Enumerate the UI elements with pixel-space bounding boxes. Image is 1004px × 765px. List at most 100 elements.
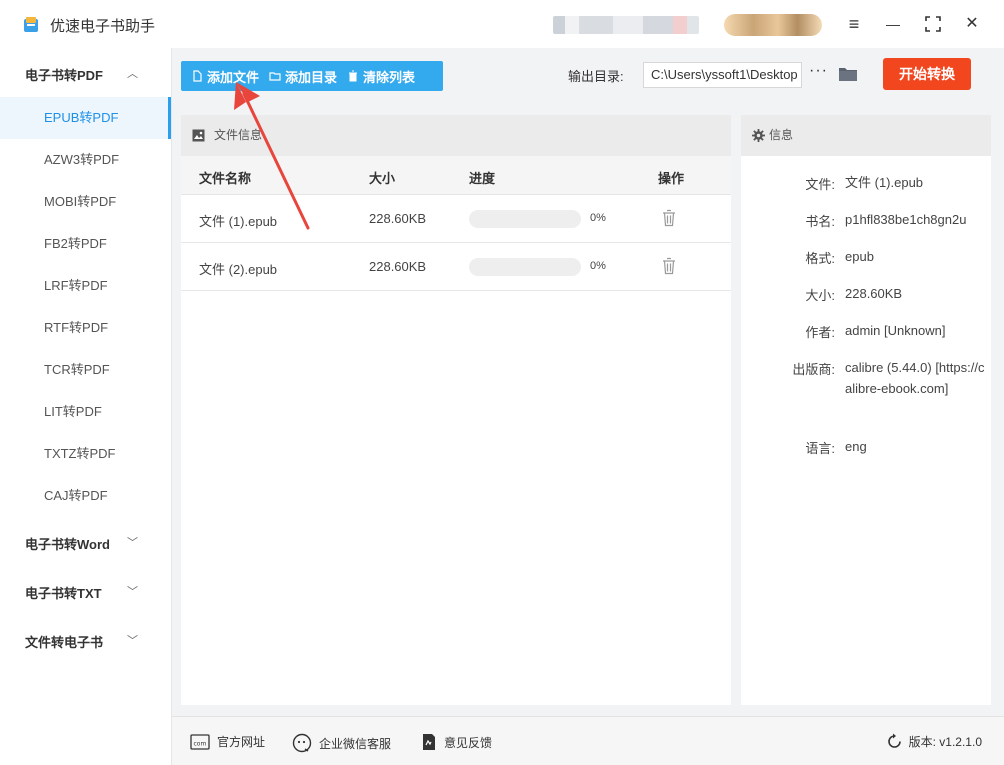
refresh-icon — [887, 733, 901, 748]
maximize-icon — [925, 16, 941, 32]
sidebar-item-rtf-to-pdf[interactable]: RTF转PDF — [0, 307, 171, 349]
add-directory-button[interactable]: 添加目录 — [259, 67, 337, 86]
version-info[interactable]: 版本: v1.2.1.0 — [886, 733, 982, 750]
add-file-button[interactable]: 添加文件 — [181, 67, 259, 86]
app-title: 优速电子书助手 — [50, 18, 156, 35]
column-progress: 进度 — [469, 171, 496, 186]
more-options-button[interactable]: ··· — [809, 62, 828, 80]
info-value: calibre (5.44.0) [https://calibre-ebook.… — [845, 360, 985, 396]
sidebar-item-caj-to-pdf[interactable]: CAJ转PDF — [0, 475, 171, 517]
title-bar: 优速电子书助手 ≡ — ✕ — [0, 0, 1004, 48]
progress-bar — [469, 258, 581, 276]
wechat-label: 企业微信客服 — [319, 736, 392, 751]
sidebar-item-epub-to-pdf[interactable]: EPUB转PDF — [0, 97, 171, 139]
svg-text:com: com — [194, 740, 207, 747]
delete-icon[interactable] — [662, 257, 676, 275]
menu-icon[interactable]: ≡ — [842, 12, 866, 36]
info-value: eng — [845, 439, 867, 454]
column-action: 操作 — [658, 171, 685, 186]
info-key: 文件: — [805, 177, 835, 192]
sidebar-item-txtz-to-pdf[interactable]: TXTZ转PDF — [0, 433, 171, 475]
file-size: 228.60KB — [369, 259, 427, 274]
feedback-link[interactable]: 意见反馈 — [421, 733, 492, 751]
info-panel: 信息 文件: 文件 (1).epub 书名: p1hfl838be1ch8gn2… — [741, 115, 991, 705]
info-panel-title: 信息 — [769, 128, 794, 142]
chevron-down-icon: ﹀ — [127, 537, 138, 549]
file-name: 文件 (2).epub — [199, 262, 278, 277]
image-icon — [192, 129, 205, 142]
clear-list-label: 清除列表 — [363, 69, 416, 85]
sidebar-category-ebook-to-txt[interactable]: 电子书转TXT ﹀ — [25, 583, 138, 602]
output-directory-label: 输出目录: — [568, 69, 624, 84]
website-icon: com — [190, 733, 210, 750]
file-info-panel: 文件信息 文件名称 大小 进度 操作 文件 (1).epub 228.60KB … — [181, 115, 731, 705]
sidebar-item-mobi-to-pdf[interactable]: MOBI转PDF — [0, 181, 171, 223]
category-label: 电子书转TXT — [25, 586, 102, 601]
sidebar-item-fb2-to-pdf[interactable]: FB2转PDF — [0, 223, 171, 265]
info-value: 文件 (1).epub — [845, 175, 924, 190]
info-key: 大小: — [805, 288, 835, 303]
sidebar-item-lrf-to-pdf[interactable]: LRF转PDF — [0, 265, 171, 307]
info-key: 作者: — [805, 325, 835, 340]
category-label: 电子书转Word — [25, 537, 110, 552]
file-size: 228.60KB — [369, 211, 427, 226]
chevron-down-icon: ﹀ — [127, 586, 138, 598]
info-value: 228.60KB — [845, 286, 903, 301]
sidebar: 电子书转PDF ︿ EPUB转PDF AZW3转PDF MOBI转PDF FB2… — [0, 48, 172, 765]
footer: com 官方网址 企业微信客服 意见反馈 版本: v1.2.1.0 — [172, 716, 1004, 765]
wechat-service-link[interactable]: 企业微信客服 — [292, 733, 391, 753]
progress-label: 0% — [590, 212, 606, 224]
category-label: 电子书转PDF — [25, 68, 104, 83]
file-panel-title: 文件信息 — [214, 128, 263, 142]
file-name: 文件 (1).epub — [199, 214, 278, 229]
info-key: 格式: — [805, 251, 835, 266]
minimize-button[interactable]: — — [881, 12, 905, 36]
add-file-label: 添加文件 — [207, 69, 260, 85]
sidebar-item-azw3-to-pdf[interactable]: AZW3转PDF — [0, 139, 171, 181]
close-button[interactable]: ✕ — [960, 12, 984, 36]
progress-bar — [469, 210, 581, 228]
file-icon — [193, 70, 202, 82]
website-link[interactable]: com 官方网址 — [190, 733, 265, 750]
info-value: p1hfl838be1ch8gn2u — [845, 212, 967, 227]
sidebar-category-ebook-to-pdf[interactable]: 电子书转PDF ︿ — [25, 65, 138, 84]
chat-icon — [292, 733, 312, 753]
vip-badge-blurred[interactable] — [724, 14, 822, 36]
column-size: 大小 — [369, 171, 396, 186]
column-name: 文件名称 — [199, 171, 252, 186]
output-path-field[interactable]: C:\Users\yssoft1\Desktop — [643, 62, 802, 88]
gear-icon — [752, 129, 765, 142]
info-key: 出版商: — [792, 362, 835, 377]
info-value: admin [Unknown] — [845, 323, 946, 338]
folder-icon[interactable] — [838, 66, 858, 82]
delete-icon[interactable] — [662, 209, 676, 227]
file-panel-header: 文件信息 — [181, 115, 731, 156]
sidebar-item-lit-to-pdf[interactable]: LIT转PDF — [0, 391, 171, 433]
table-row[interactable]: 文件 (1).epub 228.60KB 0% — [181, 195, 731, 243]
app-logo-icon — [24, 17, 38, 32]
toolbar-button-group: 添加文件 添加目录 清除列表 — [181, 61, 443, 91]
info-value: epub — [845, 249, 874, 264]
version-label: 版本: v1.2.1.0 — [908, 735, 982, 749]
sidebar-category-file-to-ebook[interactable]: 文件转电子书 ﹀ — [25, 632, 138, 651]
feedback-icon — [423, 734, 435, 750]
info-key: 书名: — [805, 214, 835, 229]
clear-list-button[interactable]: 清除列表 — [337, 67, 415, 86]
chevron-up-icon: ︿ — [127, 68, 138, 80]
sidebar-item-tcr-to-pdf[interactable]: TCR转PDF — [0, 349, 171, 391]
feedback-label: 意见反馈 — [444, 735, 493, 750]
sidebar-category-ebook-to-word[interactable]: 电子书转Word ﹀ — [25, 534, 138, 553]
website-label: 官方网址 — [217, 735, 266, 749]
folder-outline-icon — [269, 72, 281, 81]
maximize-button[interactable] — [921, 12, 945, 36]
table-row[interactable]: 文件 (2).epub 228.60KB 0% — [181, 243, 731, 291]
file-table-header: 文件名称 大小 进度 操作 — [181, 156, 731, 195]
start-convert-button[interactable]: 开始转换 — [883, 58, 971, 90]
user-info-blurred — [553, 16, 699, 34]
add-directory-label: 添加目录 — [285, 69, 338, 85]
info-panel-header: 信息 — [741, 115, 991, 156]
main-area: 添加文件 添加目录 清除列表 输出目录: C:\Users\yssoft1\De… — [172, 48, 1004, 716]
progress-label: 0% — [590, 260, 606, 272]
chevron-down-icon: ﹀ — [127, 635, 138, 647]
info-key: 语言: — [805, 441, 835, 456]
